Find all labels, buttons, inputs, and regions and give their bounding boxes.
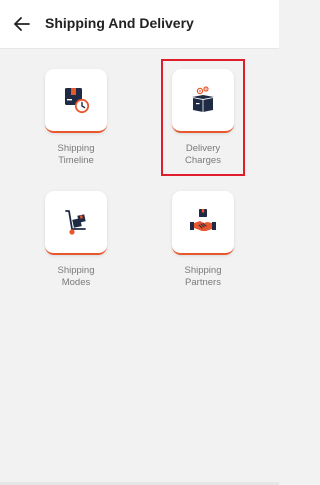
tile-label: Delivery Charges <box>163 143 243 167</box>
tile-shipping-timeline[interactable]: Shipping Timeline <box>36 69 116 167</box>
tile-label-line1: Shipping <box>57 265 95 276</box>
tile-label-line1: Shipping <box>57 143 95 154</box>
tile-shipping-partners[interactable]: Shipping Partners <box>163 191 243 289</box>
tile-delivery-charges[interactable]: Delivery Charges <box>163 69 243 167</box>
shipping-partners-icon <box>190 209 216 231</box>
app-header: Shipping And Delivery <box>0 0 279 49</box>
tile-label-line2: Timeline <box>58 155 94 166</box>
tile-label-line2: Charges <box>185 155 221 166</box>
tile-card <box>172 191 234 255</box>
tile-label-line1: Shipping <box>184 265 222 276</box>
tile-label: Shipping Partners <box>163 265 243 289</box>
tile-label: Shipping Timeline <box>36 143 116 167</box>
delivery-charges-icon <box>192 86 214 112</box>
tile-card <box>45 69 107 133</box>
tile-label-line2: Partners <box>185 277 221 288</box>
tile-label-line2: Modes <box>61 277 91 288</box>
back-button[interactable] <box>10 12 34 36</box>
tile-shipping-modes[interactable]: Shipping Modes <box>36 191 116 289</box>
tile-card <box>45 191 107 255</box>
shipping-timeline-icon <box>65 88 90 114</box>
page-title: Shipping And Delivery <box>45 15 194 31</box>
tile-card <box>172 69 234 133</box>
shipping-modes-icon <box>65 210 86 235</box>
tile-label: Shipping Modes <box>36 265 116 289</box>
arrow-left-icon <box>14 17 30 31</box>
tile-label-line1: Delivery <box>185 143 221 154</box>
